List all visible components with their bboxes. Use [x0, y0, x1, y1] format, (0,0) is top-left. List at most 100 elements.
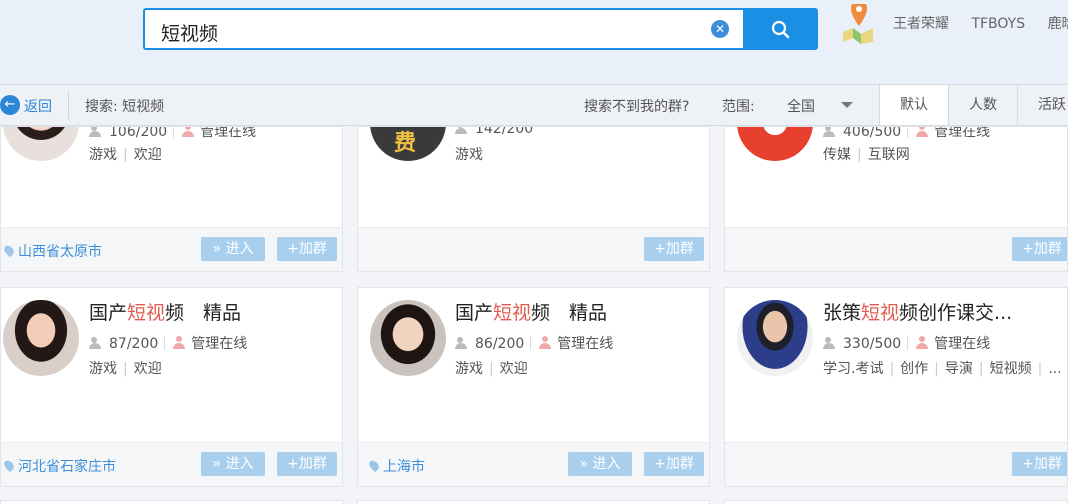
group-avatar: 费: [370, 127, 446, 161]
top-header: 短视频 ✕ 王者荣耀 TFBOYS 鹿晗: [0, 0, 1068, 84]
member-count: 106/200: [109, 126, 168, 140]
join-button[interactable]: +加群: [1012, 237, 1067, 261]
back-label: 返回: [24, 99, 52, 115]
group-name[interactable]: 国产短视频 精品: [455, 298, 607, 325]
hot-link-luhan[interactable]: 鹿晗: [1048, 16, 1068, 32]
back-arrow-icon: ←: [0, 95, 20, 115]
group-tags: 传媒 | 互联网: [823, 147, 910, 163]
join-button[interactable]: +加群: [277, 237, 337, 261]
member-stats: 106/200 管理在线: [89, 126, 257, 141]
enter-button[interactable]: » 进入: [201, 452, 265, 476]
admin-icon: [539, 336, 552, 349]
search-button[interactable]: [743, 8, 818, 50]
group-card[interactable]: 106/200 管理在线 游戏 | 欢迎 山西省太原市 » 进入 +加群: [0, 126, 343, 272]
members-icon: [89, 127, 105, 137]
sort-tab-default[interactable]: 默认: [879, 85, 948, 125]
admin-status: 管理在线: [200, 126, 257, 140]
admin-status: 管理在线: [934, 126, 991, 140]
tag: 游戏: [455, 147, 483, 163]
member-count: 86/200: [475, 336, 525, 352]
group-card[interactable]: 406/500 管理在线 传媒 | 互联网 +加群: [724, 126, 1068, 272]
member-stats: 87/200 管理在线: [89, 333, 247, 353]
enter-button[interactable]: » 进入: [568, 452, 632, 476]
admin-status: 管理在线: [191, 336, 248, 352]
group-card[interactable]: [0, 500, 343, 504]
join-button[interactable]: +加群: [277, 452, 337, 476]
location: 上海市: [367, 456, 425, 476]
member-stats: 142/200: [455, 126, 534, 137]
location: 河北省石家庄市: [2, 456, 116, 476]
member-count: 142/200: [475, 126, 534, 137]
member-count: 87/200: [109, 336, 159, 352]
member-stats: 406/500 管理在线: [823, 126, 991, 141]
search-box[interactable]: 短视频 ✕: [143, 8, 743, 50]
group-tags: 游戏 | 欢迎: [455, 361, 528, 377]
member-stats: 86/200 管理在线: [455, 333, 613, 353]
admin-status: 管理在线: [934, 336, 991, 352]
search-icon: [771, 20, 790, 39]
group-card[interactable]: 国产短视频 精品 87/200 管理在线 游戏 | 欢迎 河北省石家庄市 » 进入 +…: [0, 287, 343, 487]
search-input[interactable]: 短视频: [161, 19, 218, 46]
cant-find-link[interactable]: 搜索不到我的群?: [584, 96, 689, 116]
location: 山西省太原市: [2, 241, 102, 261]
group-avatar: [3, 127, 79, 161]
tag: 游戏: [455, 361, 483, 377]
group-name[interactable]: 张策短视频创作课交...: [823, 298, 1012, 325]
tag: 学习.考试: [823, 361, 884, 377]
location-text: 上海市: [383, 459, 425, 475]
group-card[interactable]: 费 142/200 游戏 +加群: [357, 126, 710, 272]
join-button[interactable]: +加群: [1012, 452, 1067, 476]
chevron-down-icon[interactable]: [841, 102, 853, 108]
map-pin-icon[interactable]: [839, 4, 875, 44]
member-stats: 330/500 管理在线: [823, 333, 990, 353]
card-footer: 山西省太原市 » 进入 +加群: [1, 227, 342, 271]
sort-tab-members[interactable]: 人数: [948, 85, 1017, 125]
hot-link-tfboys[interactable]: TFBOYS: [971, 16, 1025, 32]
member-count: 330/500: [843, 336, 902, 352]
filter-bar: ← 返回 搜索: 短视频 搜索不到我的群? 范围: 全国 默认 人数 活跃: [0, 84, 1068, 126]
range-label: 范围:: [722, 99, 755, 115]
join-button[interactable]: +加群: [644, 237, 704, 261]
tag: 导演: [944, 361, 973, 377]
members-icon: [455, 337, 471, 349]
tag: 创作: [900, 361, 929, 377]
enter-button[interactable]: » 进入: [201, 237, 265, 261]
tag: 游戏: [89, 147, 117, 163]
group-card[interactable]: 国产短视频 精品 86/200 管理在线 游戏 | 欢迎 上海市 » 进入 +加群: [357, 287, 710, 487]
admin-icon: [916, 127, 929, 137]
location-text: 山西省太原市: [18, 244, 102, 260]
group-card[interactable]: [724, 500, 1068, 504]
group-tags: 游戏 | 欢迎: [89, 147, 162, 163]
members-icon: [823, 337, 839, 349]
location-pin-icon: [367, 458, 381, 473]
card-footer: +加群: [725, 442, 1067, 486]
range-select[interactable]: 全国: [787, 96, 815, 116]
group-card[interactable]: [357, 500, 710, 504]
group-card[interactable]: 张策短视频创作课交... 330/500 管理在线 学习.考试 | 创作 | 导演 | 短视频…: [724, 287, 1068, 487]
card-footer: 河北省石家庄市 » 进入 +加群: [1, 442, 342, 486]
tag: 欢迎: [499, 361, 528, 377]
members-icon: [823, 127, 839, 137]
card-footer: 上海市 » 进入 +加群: [358, 442, 709, 486]
hot-link-wzry[interactable]: 王者荣耀: [893, 16, 949, 32]
divider: [907, 336, 909, 350]
group-avatar: [737, 127, 813, 161]
divider: [68, 91, 69, 119]
divider: [173, 127, 175, 138]
back-button[interactable]: ← 返回: [0, 85, 70, 125]
clear-icon[interactable]: ✕: [711, 20, 729, 38]
search-summary: 搜索: 短视频: [85, 99, 165, 115]
tag: 传媒: [823, 147, 851, 163]
admin-icon: [182, 127, 195, 137]
sort-tab-active[interactable]: 活跃: [1017, 85, 1068, 125]
admin-icon: [173, 336, 186, 349]
hot-search-links: 王者荣耀 TFBOYS 鹿晗: [893, 13, 1068, 33]
group-name[interactable]: 国产短视频 精品: [89, 298, 241, 325]
members-icon: [89, 337, 105, 349]
card-footer: +加群: [358, 227, 709, 271]
location-pin-icon: [2, 458, 16, 473]
tag: 短视频: [989, 361, 1032, 377]
divider: [907, 127, 909, 138]
group-avatar: [3, 300, 79, 376]
join-button[interactable]: +加群: [644, 452, 704, 476]
